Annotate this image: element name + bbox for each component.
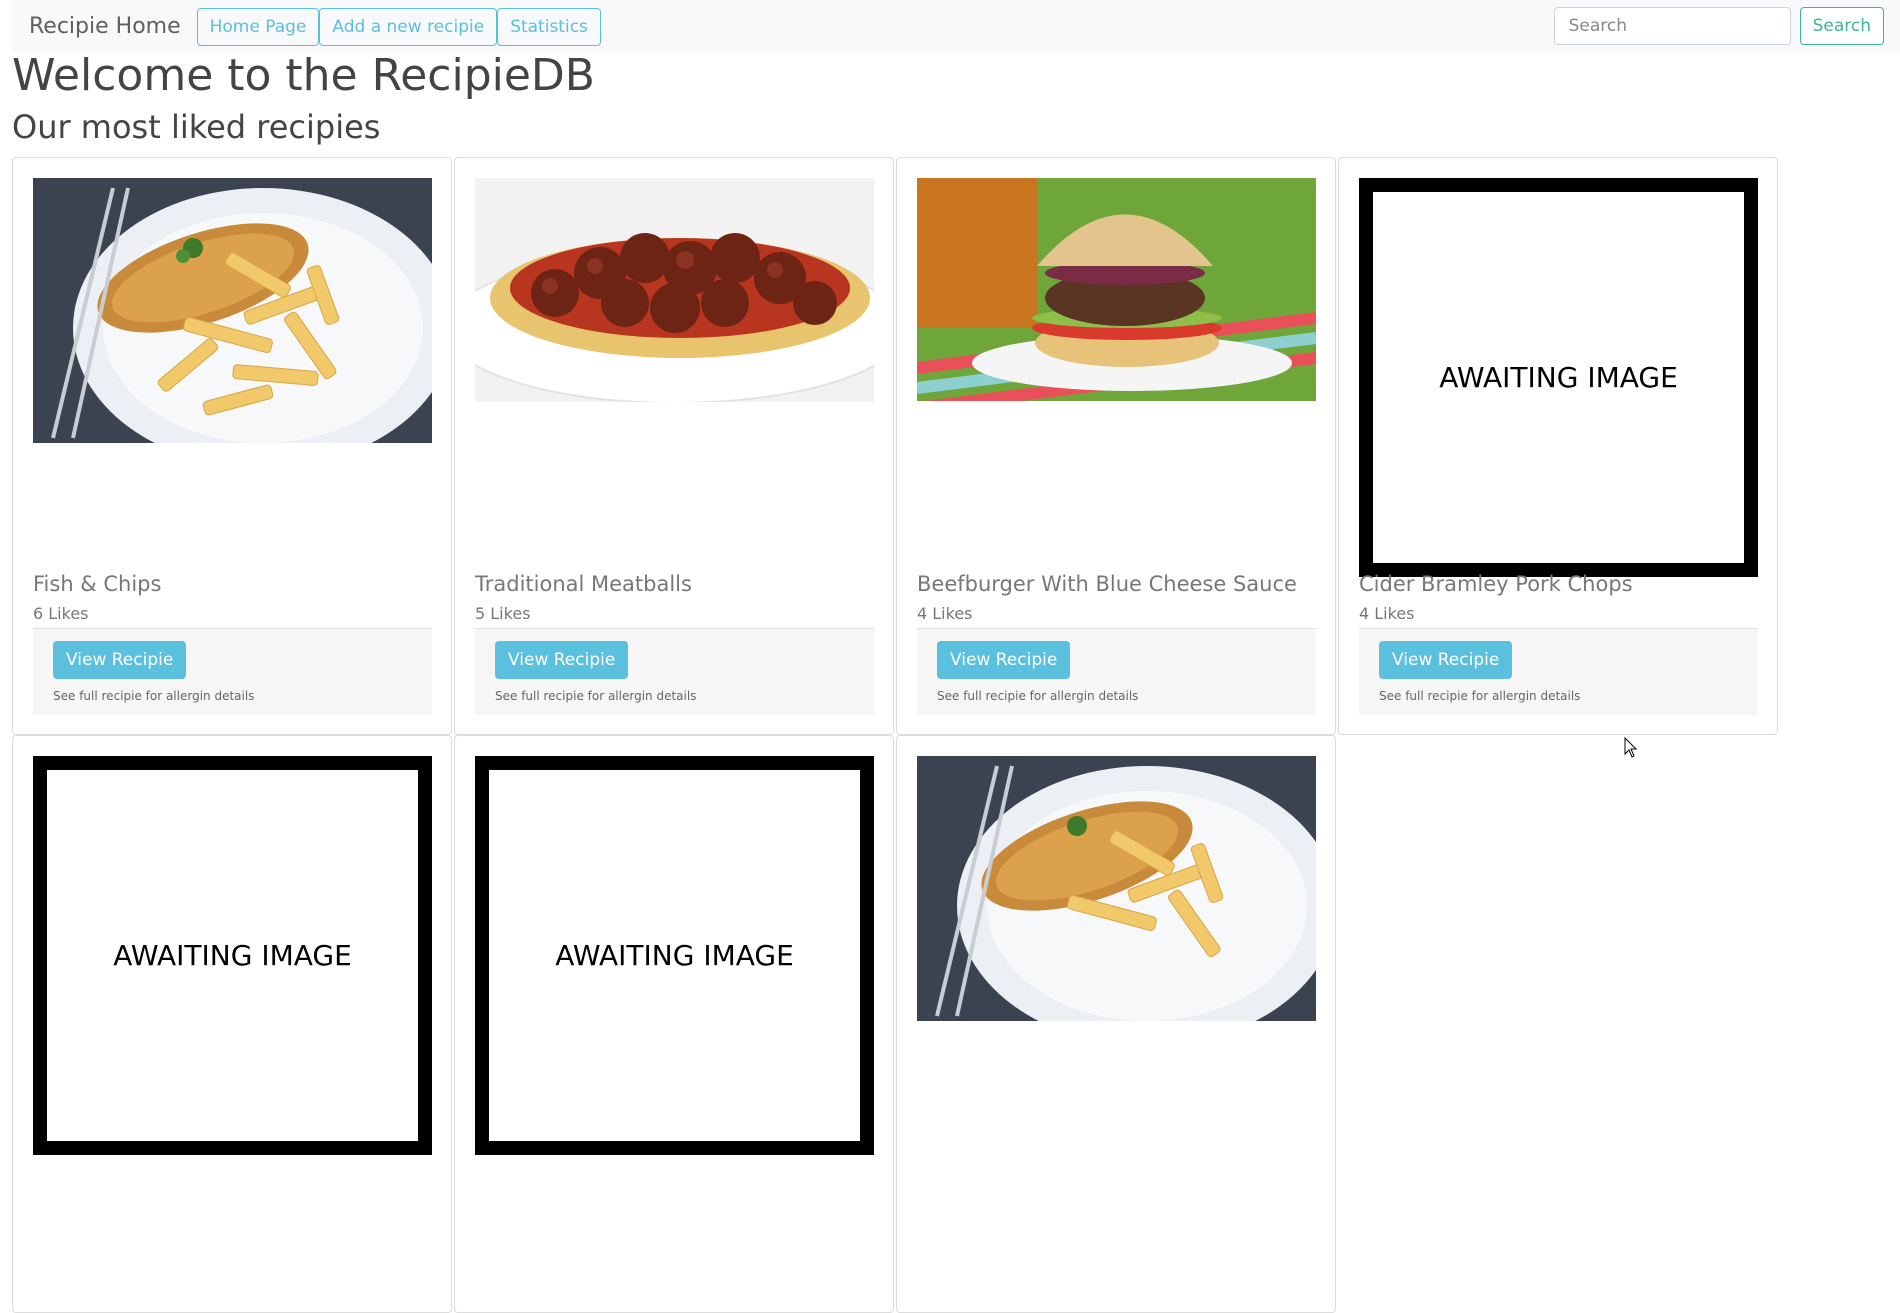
recipe-image: AWAITING IMAGE [1359, 178, 1758, 577]
allergen-note: See full recipie for allergin details [937, 689, 1139, 703]
recipe-card: AWAITING IMAGE [12, 735, 452, 1313]
add-recipe-button[interactable]: Add a new recipie [319, 7, 498, 46]
recipe-card: Fish & Chips 6 Likes View Recipie See fu… [12, 157, 453, 735]
beefburger-photo [916, 178, 1317, 414]
view-recipe-button[interactable]: View Recipie [937, 641, 1071, 679]
recipe-card: AWAITING IMAGE Cider Bramley Pork Chops … [1338, 157, 1778, 735]
recipe-title: Traditional Meatballs [475, 572, 692, 596]
awaiting-image-placeholder: AWAITING IMAGE [33, 756, 432, 1155]
recipe-image [917, 756, 1337, 1046]
awaiting-image-placeholder: AWAITING IMAGE [475, 756, 874, 1155]
view-recipe-button[interactable]: View Recipie [495, 641, 629, 679]
recipe-card: Traditional Meatballs 5 Likes View Recip… [444, 157, 906, 735]
statistics-button[interactable]: Statistics [497, 7, 601, 46]
top-navbar: Recipie Home Home Page Add a new recipie… [12, 0, 1900, 53]
home-page-button[interactable]: Home Page [196, 7, 320, 46]
recipe-image [916, 178, 1317, 414]
recipe-likes: 4 Likes [917, 604, 973, 623]
allergen-note: See full recipie for allergin details [53, 689, 255, 703]
allergen-note: See full recipie for allergin details [1379, 689, 1581, 703]
view-recipe-button[interactable]: View Recipie [53, 641, 187, 679]
fish-and-chips-photo [33, 178, 453, 468]
card-footer: View Recipie See full recipie for allerg… [33, 628, 432, 715]
recipe-likes: 5 Likes [475, 604, 531, 623]
fish-and-chips-photo [917, 756, 1337, 1046]
card-footer: View Recipie See full recipie for allerg… [917, 628, 1316, 715]
search-input[interactable] [1553, 7, 1791, 45]
recipe-title: Cider Bramley Pork Chops [1359, 572, 1633, 596]
recipe-image [444, 178, 906, 407]
mouse-cursor-icon [1624, 737, 1638, 758]
recipe-title: Fish & Chips [33, 572, 162, 596]
recipe-card: Beefburger With Blue Cheese Sauce 4 Like… [896, 157, 1336, 735]
view-recipe-button[interactable]: View Recipie [1379, 641, 1513, 679]
recipe-image: AWAITING IMAGE [475, 756, 874, 1155]
recipe-image [33, 178, 453, 468]
card-footer: View Recipie See full recipie for allerg… [475, 628, 874, 715]
allergen-note: See full recipie for allergin details [495, 689, 697, 703]
card-footer: View Recipie See full recipie for allerg… [1359, 628, 1758, 715]
recipe-card: AWAITING IMAGE [454, 735, 894, 1313]
page-subtitle: Our most liked recipies [12, 108, 381, 146]
meatballs-spaghetti-photo [444, 178, 906, 404]
page-title: Welcome to the RecipieDB [12, 50, 595, 101]
search-button[interactable]: Search [1799, 7, 1884, 45]
awaiting-image-placeholder: AWAITING IMAGE [1359, 178, 1758, 577]
search-form: Search [1553, 7, 1884, 45]
recipe-title: Beefburger With Blue Cheese Sauce [917, 572, 1297, 596]
recipe-likes: 4 Likes [1359, 604, 1415, 623]
recipe-likes: 6 Likes [33, 604, 89, 623]
navbar-brand[interactable]: Recipie Home [29, 14, 181, 39]
recipe-card [896, 735, 1337, 1313]
recipe-image: AWAITING IMAGE [33, 756, 432, 1155]
